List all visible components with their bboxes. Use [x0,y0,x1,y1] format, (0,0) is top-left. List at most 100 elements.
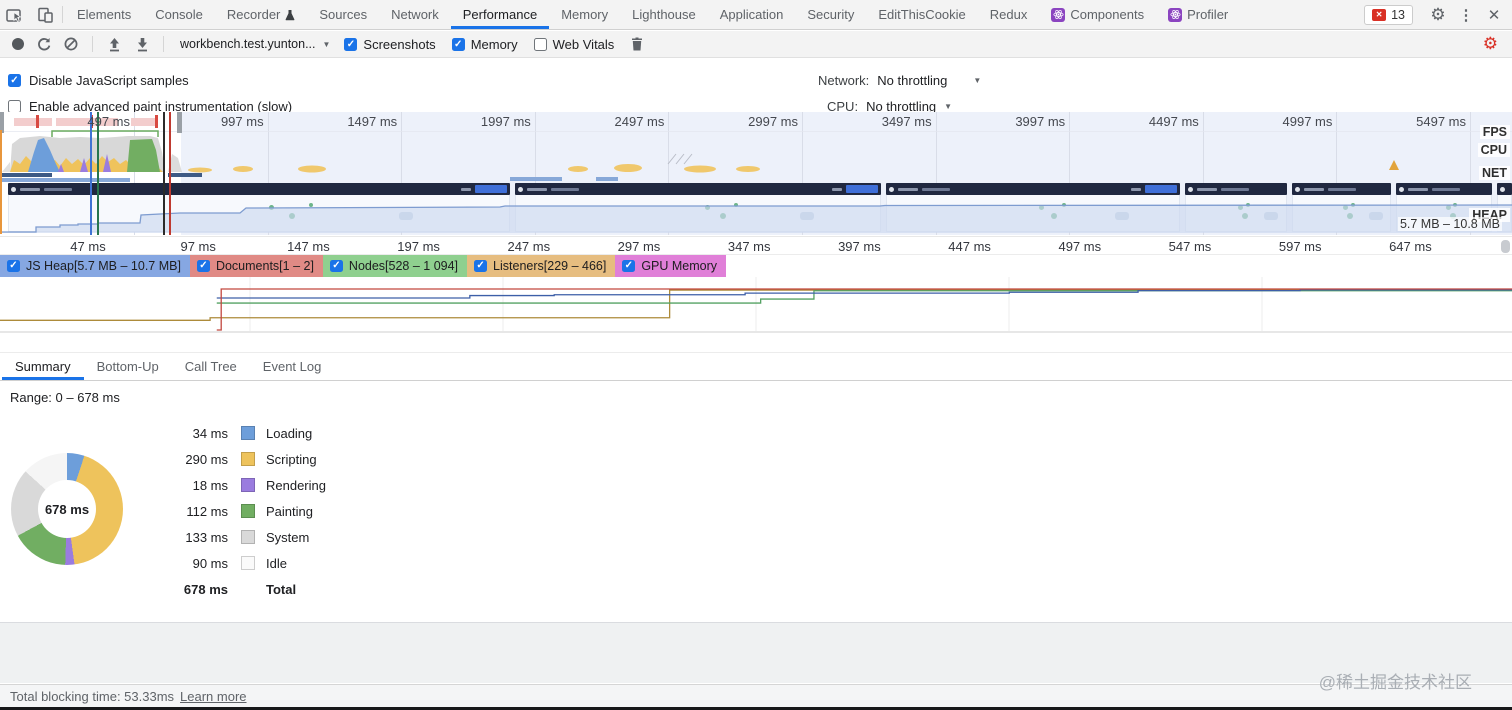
capture-settings-gear-icon[interactable]: ⚙ [1483,34,1498,54]
tab-summary[interactable]: Summary [2,353,84,380]
thumbnail-logo [1500,186,1505,192]
counter-toggle-listeners[interactable]: ✓ Listeners[229 – 466] [467,255,616,277]
error-count-badge[interactable]: ✕ 13 [1364,4,1413,25]
tab-security[interactable]: Security [795,0,866,29]
checkbox-screenshots-box[interactable]: ✓ [344,37,358,51]
summary-swatch-empty [241,582,255,596]
checkbox-gpu-memory[interactable]: ✓ [622,260,636,272]
tab-recorder[interactable]: Recorder [215,0,307,29]
option-disable-js-samples[interactable]: ✓ Disable JavaScript samples [8,73,189,88]
ruler-tick-label: 147 ms [287,239,330,254]
tab-editthiscookie[interactable]: EditThisCookie [866,0,977,29]
screenshot-thumbnail[interactable] [1185,183,1287,233]
more-menu-icon[interactable]: ⋮ [1454,6,1478,24]
tab-memory[interactable]: Memory [549,0,620,29]
checkbox-disable-js-samples[interactable]: ✓ [8,74,21,87]
thumbnail-graphic [1264,212,1278,220]
thumbnail-text [922,187,950,191]
tab-console[interactable]: Console [143,0,215,29]
timeline-overview[interactable]: 497 ms 997 ms 1497 ms 1997 ms 2497 ms 2997 ms… [0,112,1512,235]
checkbox-js-heap[interactable]: ✓ [7,260,20,272]
counter-toggle-gpu-memory[interactable]: ✓ GPU Memory [615,255,727,277]
checkbox-memory[interactable]: ✓ Memory [451,37,518,52]
summary-value: 112 ms [186,503,228,519]
divider [92,36,93,52]
summary-swatch [241,452,255,466]
thumbnail-text [527,187,547,191]
tab-application[interactable]: Application [708,0,796,29]
thumbnail-text [1408,187,1428,191]
screenshot-thumbnail[interactable] [1292,183,1391,233]
counter-line-documents [216,288,1512,331]
thumbnail-plant-graphic [705,205,711,210]
chevron-down-icon: ▼ [944,102,953,111]
checkbox-screenshots[interactable]: ✓ Screenshots [344,36,436,52]
tab-label: Application [719,7,784,22]
checkbox-web-vitals-box[interactable] [533,37,547,51]
ruler-tick-label: 397 ms [838,239,881,254]
tab-sources[interactable]: Sources [307,0,379,29]
thumbnail-plant-graphic [1445,205,1451,210]
tab-network[interactable]: Network [379,0,451,29]
tab-performance[interactable]: Performance [451,0,549,29]
ruler-tick-label: 197 ms [397,239,440,254]
learn-more-link[interactable]: Learn more [180,689,246,704]
inspect-cursor-icon[interactable] [0,0,30,29]
counter-toggle-js-heap[interactable]: ✓ JS Heap[5.7 MB – 10.7 MB] [0,255,190,277]
tab-components[interactable]: Components [1039,0,1156,29]
summary-row-painting: 112 ms Painting [150,498,326,524]
load-profile-icon[interactable] [105,37,123,52]
tab-profiler[interactable]: Profiler [1156,0,1240,29]
network-throttling-select[interactable]: Network: No throttling ▼ [818,73,981,88]
option-disable-js-samples-label: Disable JavaScript samples [29,73,189,88]
screenshot-thumbnail[interactable] [8,183,510,233]
tab-call-tree[interactable]: Call Tree [172,353,250,380]
thumbnail-text [898,187,918,191]
tab-event-log[interactable]: Event Log [250,353,335,380]
tab-label: EditThisCookie [878,7,966,22]
profile-select[interactable]: workbench.test.yunton... ▼ [176,35,334,53]
thumbnail-plant-graphic [1453,203,1458,207]
checkbox-memory-box[interactable]: ✓ [451,37,465,51]
memory-counters-chart[interactable] [0,277,1512,333]
checkbox-documents[interactable]: ✓ [196,260,210,272]
counter-toggle-nodes[interactable]: ✓ Nodes[528 – 1 094] [322,255,468,277]
tab-bottom-up[interactable]: Bottom-Up [84,353,172,380]
thumbnail-navbar [1497,183,1512,195]
thumbnail-navbar [1185,183,1287,195]
tab-label: Sources [319,7,368,22]
checkbox-web-vitals[interactable]: Web Vitals [533,36,615,52]
settings-gear-icon[interactable]: ⚙ [1426,5,1450,25]
close-devtools-icon[interactable]: ✕ [1482,6,1506,24]
selection-handle-right[interactable] [177,112,182,133]
trash-icon[interactable] [628,37,646,51]
checkbox-web-vitals-label: Web Vitals [552,36,615,52]
reload-and-record-icon[interactable] [34,37,52,52]
tab-redux[interactable]: Redux [978,0,1040,29]
screenshot-thumbnail[interactable] [515,183,881,233]
cursor-line-red [169,112,171,235]
summary-category-label: System [266,529,310,545]
overview-time-label: 997 ms [220,114,264,129]
total-blocking-time: Total blocking time: 53.33ms [10,688,175,704]
tab-lighthouse[interactable]: Lighthouse [620,0,708,29]
checkbox-screenshots-label: Screenshots [363,36,436,52]
thumbnail-text [1304,187,1324,191]
device-toolbar-icon[interactable] [30,0,60,29]
thumbnail-login-button [475,185,507,193]
selection-left-edge [0,130,2,234]
checkbox-nodes[interactable]: ✓ [329,260,343,272]
counter-toggle-documents[interactable]: ✓ Documents[1 – 2] [189,255,323,277]
clear-recording-icon[interactable] [62,37,80,51]
summary-row-system: 133 ms System [150,524,326,550]
scrollbar-thumb[interactable] [1501,240,1510,253]
thumbnail-plant-graphic [289,213,295,219]
save-profile-icon[interactable] [133,37,151,52]
checkbox-listeners[interactable]: ✓ [474,260,488,272]
summary-value: 290 ms [185,451,228,467]
screenshot-thumbnail[interactable] [886,183,1180,233]
record-button[interactable] [12,38,24,50]
overview-time-label: 2997 ms [748,114,798,129]
tab-elements[interactable]: Elements [65,0,143,29]
ruler-tick-label: 597 ms [1278,239,1322,254]
